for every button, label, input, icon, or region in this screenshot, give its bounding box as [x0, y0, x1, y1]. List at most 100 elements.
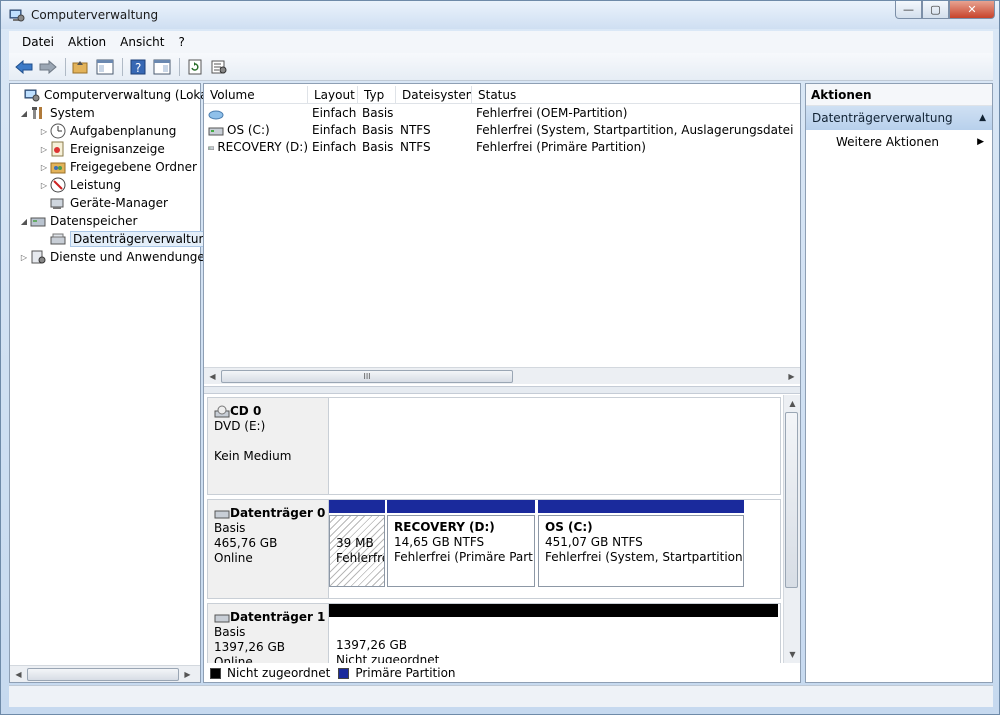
action-pane-button[interactable] — [151, 56, 173, 78]
expand-arrow-icon[interactable]: ▷ — [18, 253, 30, 262]
show-hide-tree-button[interactable] — [94, 56, 116, 78]
menu-help[interactable]: ? — [171, 35, 191, 49]
collapse-triangle-icon[interactable]: ▲ — [979, 106, 986, 130]
scroll-left-icon[interactable]: ◀ — [204, 368, 221, 385]
partition-bar — [329, 500, 385, 513]
menu-aktion[interactable]: Aktion — [61, 35, 113, 49]
partition-size: 14,65 GB NTFS — [394, 535, 485, 549]
tree-item-label: Freigegebene Ordner — [70, 160, 197, 174]
scroll-down-icon[interactable]: ▼ — [784, 646, 801, 663]
partition-os[interactable]: OS (C:) 451,07 GB NTFS Fehlerfrei (Syste… — [538, 500, 744, 587]
volume-list-horizontal-scrollbar[interactable]: ◀ III ▶ — [204, 367, 800, 384]
submenu-arrow-icon: ▶ — [977, 137, 984, 147]
partition-bar — [329, 604, 778, 617]
tree-item-aufgabenplanung[interactable]: ▷ Aufgabenplanung — [38, 122, 176, 140]
title-bar[interactable]: Computerverwaltung — ▢ ✕ — [1, 1, 999, 29]
volume-row[interactable]: OS (C:) Einfach Basis NTFS Fehlerfrei (S… — [204, 122, 800, 139]
column-header-dateisystem[interactable]: Dateisystem — [396, 86, 472, 103]
storage-icon — [30, 213, 46, 229]
disk-label-disk1[interactable]: Datenträger 1 Basis 1397,26 GB Online — [207, 603, 329, 663]
scroll-left-icon[interactable]: ◀ — [10, 666, 27, 683]
help-button[interactable]: ? — [127, 56, 149, 78]
volume-row[interactable]: RECOVERY (D:) Einfach Basis NTFS Fehlerf… — [204, 139, 800, 156]
close-button[interactable]: ✕ — [949, 1, 995, 19]
expand-arrow-icon[interactable]: ▷ — [38, 145, 50, 154]
collapse-arrow-icon[interactable]: ◢ — [18, 109, 30, 118]
collapse-arrow-icon[interactable]: ◢ — [18, 217, 30, 226]
disk-label-disk0[interactable]: Datenträger 0 Basis 465,76 GB Online — [207, 499, 329, 599]
column-header-volume[interactable]: Volume — [204, 86, 308, 103]
disk-name: CD 0 — [230, 404, 262, 418]
tree-item-leistung[interactable]: ▷ Leistung — [38, 176, 121, 194]
console-tree: Computerverwaltung (Lokal) ◢ System ▷ Au… — [9, 83, 217, 683]
status-cell: Fehlerfrei (Primäre Partition) — [476, 140, 646, 154]
partition-size: 1397,26 GB — [336, 638, 407, 652]
minimize-button[interactable]: — — [895, 1, 922, 19]
type-cell: Basis — [362, 123, 394, 137]
volume-cell: OS (C:) — [204, 122, 308, 139]
expand-arrow-icon[interactable]: ▷ — [38, 163, 50, 172]
tree-item-ereignisanzeige[interactable]: ▷ Ereignisanzeige — [38, 140, 165, 158]
menu-bar: Datei Aktion Ansicht ? — [9, 31, 993, 53]
weitere-aktionen-item[interactable]: Weitere Aktionen ▶ — [806, 130, 992, 154]
tree-item-system[interactable]: ◢ System — [18, 104, 95, 122]
disk-management-icon — [50, 231, 66, 247]
volume-row[interactable]: Einfach Basis Fehlerfrei (OEM-Partition) — [204, 105, 800, 122]
tree-item-freigegebene-ordner[interactable]: ▷ Freigegebene Ordner — [38, 158, 197, 176]
scrollbar-thumb[interactable] — [27, 667, 179, 681]
shared-folder-icon — [50, 159, 66, 175]
menu-datei[interactable]: Datei — [15, 35, 61, 49]
scroll-up-icon[interactable]: ▲ — [784, 395, 801, 412]
filesystem-cell — [396, 105, 472, 122]
actions-header: Aktionen — [806, 84, 992, 106]
tree-horizontal-scrollbar[interactable]: ◀ ▶ — [10, 665, 200, 682]
tree-item-datenspeicher[interactable]: ◢ Datenspeicher — [18, 212, 137, 230]
scrollbar-thumb[interactable]: III — [221, 369, 513, 383]
pane-splitter[interactable] — [204, 386, 800, 394]
disk-view-vertical-scrollbar[interactable]: ▲ ▼ — [783, 395, 800, 663]
expand-arrow-icon[interactable]: ▷ — [38, 127, 50, 136]
column-header-layout[interactable]: Layout — [308, 86, 358, 103]
disk-state: Online — [214, 655, 253, 663]
tree-item-geraete-manager[interactable]: Geräte-Manager — [38, 194, 168, 212]
event-viewer-icon — [50, 141, 66, 157]
scrollbar-thumb[interactable] — [785, 412, 798, 588]
maximize-button[interactable]: ▢ — [922, 1, 949, 19]
refresh-icon — [188, 59, 202, 74]
toolbar-separator — [65, 57, 66, 76]
properties-button[interactable] — [208, 56, 230, 78]
partition-recovery[interactable]: RECOVERY (D:) 14,65 GB NTFS Fehlerfrei (… — [387, 500, 535, 587]
disk-body-disk0: 39 MB Fehlerfrei RECOVERY (D:) 14,65 GB … — [329, 499, 781, 599]
up-button[interactable] — [70, 56, 92, 78]
computer-management-window: Computerverwaltung — ▢ ✕ Datei Aktion An… — [0, 0, 1000, 715]
legend-swatch-primary — [338, 667, 350, 679]
tree-item-datentraegerverwaltung[interactable]: Datenträgerverwaltung — [38, 230, 217, 248]
volume-list-header: Volume Layout Typ Dateisystem Status — [204, 86, 800, 104]
partition-unallocated[interactable]: 1397,26 GB Nicht zugeordnet — [329, 604, 778, 663]
window-title: Computerverwaltung — [31, 8, 159, 22]
refresh-button[interactable] — [184, 56, 206, 78]
type-cell: Basis — [362, 106, 394, 120]
tree-item-label: Dienste und Anwendungen — [50, 250, 213, 264]
drive-icon — [208, 146, 215, 150]
partition-title: RECOVERY (D:) — [394, 520, 495, 534]
forward-button[interactable] — [37, 56, 59, 78]
filesystem-cell: NTFS — [400, 123, 431, 137]
actions-section-datentraegerverwaltung[interactable]: Datenträgerverwaltung ▲ — [806, 106, 992, 130]
disk-type: Basis — [214, 521, 246, 535]
column-header-typ[interactable]: Typ — [358, 86, 396, 103]
disk-label-cd0[interactable]: CD 0 DVD (E:) Kein Medium — [207, 397, 329, 495]
menu-ansicht[interactable]: Ansicht — [113, 35, 171, 49]
scroll-right-icon[interactable]: ▶ — [783, 368, 800, 385]
partition-oem[interactable]: 39 MB Fehlerfrei — [329, 500, 385, 587]
scroll-right-icon[interactable]: ▶ — [179, 666, 196, 683]
computer-management-icon — [9, 9, 25, 22]
back-button[interactable] — [13, 56, 35, 78]
tree-item-computerverwaltung[interactable]: Computerverwaltung (Lokal) — [12, 86, 216, 104]
expand-arrow-icon[interactable]: ▷ — [38, 181, 50, 190]
disk-name-row: Datenträger 0 — [214, 506, 328, 521]
column-header-status[interactable]: Status — [472, 86, 800, 103]
properties-icon — [211, 60, 227, 73]
tree-item-dienste[interactable]: ▷ Dienste und Anwendungen — [18, 248, 213, 266]
